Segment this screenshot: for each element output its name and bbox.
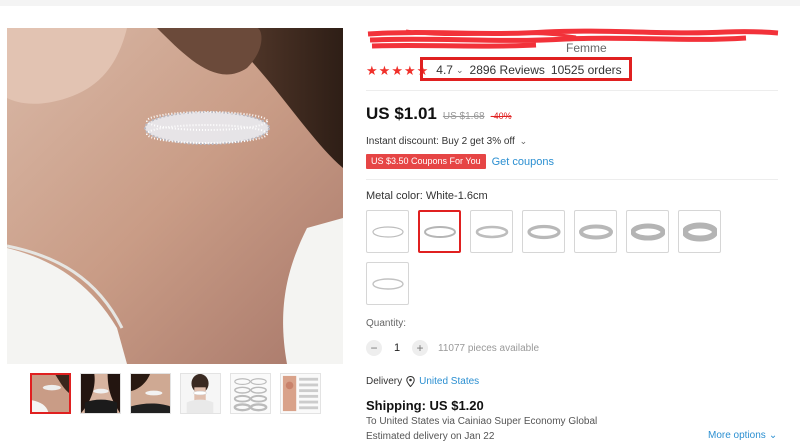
rating-stars: ★ ★ ★ ★ ★	[366, 64, 428, 77]
quantity-increase-button[interactable]: +	[412, 340, 428, 356]
swatch-1[interactable]	[366, 210, 409, 253]
coupon-badge: US $3.50 Coupons For You	[366, 154, 486, 169]
divider	[366, 90, 778, 91]
discount-badge: -40%	[490, 111, 512, 121]
delivery-row: Delivery United States	[366, 376, 479, 387]
price-row: US $1.01 US $1.68 -40%	[366, 104, 512, 124]
delivery-country-link[interactable]: United States	[419, 376, 479, 387]
quantity-value[interactable]: 1	[390, 342, 404, 354]
quantity-label: Quantity:	[366, 318, 407, 329]
thumbnail-6[interactable]	[280, 373, 321, 414]
current-price: US $1.01	[366, 104, 437, 123]
metal-color-label: Metal color: White-1.6cm	[366, 190, 488, 202]
star-icon: ★	[366, 62, 378, 78]
swatch-3[interactable]	[470, 210, 513, 253]
star-icon: ★	[403, 62, 416, 78]
delivery-label: Delivery	[366, 376, 403, 387]
swatch-2[interactable]	[418, 210, 461, 253]
thumbnail-strip	[30, 373, 321, 414]
thumbnail-2[interactable]	[80, 373, 121, 414]
top-strip	[0, 0, 800, 6]
shipping-method: To United States via Cainiao Super Econo…	[366, 416, 598, 427]
highlight-box	[420, 57, 632, 81]
swatch-8[interactable]	[366, 262, 409, 305]
rating-row: ★ ★ ★ ★ ★ 4.7 ⌄ 2896 Reviews 10525 order…	[366, 57, 632, 81]
quantity-decrease-button[interactable]: −	[366, 340, 382, 356]
thumbnail-5[interactable]	[230, 373, 271, 414]
quantity-stepper: − 1 + 11077 pieces available	[366, 340, 539, 356]
main-product-image	[7, 28, 343, 364]
more-options-button[interactable]: More options ⌄	[708, 430, 777, 441]
location-pin-icon	[406, 376, 415, 387]
estimated-delivery: Estimated delivery on Jan 22	[366, 431, 495, 442]
thumbnail-1[interactable]	[30, 373, 71, 414]
swatch-5[interactable]	[574, 210, 617, 253]
star-icon: ★	[378, 62, 391, 78]
metal-color-options	[366, 210, 746, 305]
model-choker-photo	[7, 28, 343, 364]
star-icon: ★	[391, 62, 403, 78]
swatch-6[interactable]	[626, 210, 669, 253]
shipping-cost: Shipping: US $1.20	[366, 398, 484, 413]
coupon-row: US $3.50 Coupons For You Get coupons	[366, 154, 554, 169]
get-coupons-link[interactable]: Get coupons	[492, 156, 554, 168]
chevron-down-icon: ⌄	[768, 430, 778, 441]
chevron-down-icon: ⌄	[519, 136, 528, 146]
thumbnail-3[interactable]	[130, 373, 171, 414]
instant-discount[interactable]: Instant discount: Buy 2 get 3% off ⌄	[366, 136, 527, 147]
title-visible-tail: Femme	[566, 41, 607, 55]
swatch-7[interactable]	[678, 210, 721, 253]
divider	[366, 179, 778, 180]
original-price: US $1.68	[442, 111, 485, 122]
thumbnail-4[interactable]	[180, 373, 221, 414]
swatch-4[interactable]	[522, 210, 565, 253]
more-options-label: More options	[708, 430, 766, 441]
instant-discount-text: Instant discount: Buy 2 get 3% off	[366, 136, 515, 147]
pieces-available: 11077 pieces available	[438, 342, 540, 354]
